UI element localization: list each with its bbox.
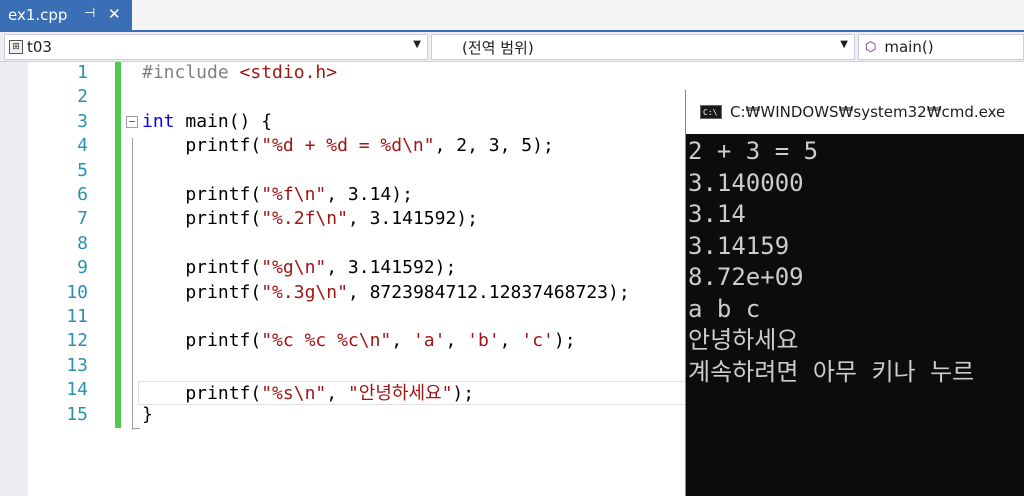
- project-icon: ⊞: [9, 40, 23, 54]
- code-token: "%.2f\n": [261, 208, 348, 230]
- line-number: 9: [77, 257, 88, 279]
- code-token: "%c %c %c\n": [261, 330, 392, 352]
- member-dropdown[interactable]: ⬡ main(): [858, 34, 1024, 60]
- code-token: , 3.141592);: [347, 208, 478, 230]
- code-token: printf(: [142, 184, 262, 205]
- member-dropdown-label: main(): [884, 38, 934, 56]
- code-token: }: [142, 403, 153, 425]
- console-output-line: 2 + 3 = 5: [688, 137, 819, 165]
- console-output-line: 3.140000: [688, 168, 804, 197]
- code-token: "%s\n": [261, 383, 327, 405]
- document-tab-bar: ex1.cpp ⊣ ✕: [0, 0, 1024, 32]
- code-token: "안녕하세요": [347, 383, 453, 405]
- collapse-toggle-icon[interactable]: −: [126, 116, 138, 128]
- line-number: 5: [77, 159, 88, 181]
- line-number: 13: [66, 354, 88, 376]
- code-line: int main() {: [142, 111, 272, 132]
- code-line: printf("%c %c %c\n", 'a', 'b', 'c');: [142, 330, 576, 352]
- console-window[interactable]: C:\ C:₩WINDOWS₩system32₩cmd.exe 2 + 3 = …: [685, 90, 1024, 496]
- code-line: printf("%.3g\n", 8723984712.12837468723)…: [142, 281, 630, 303]
- fold-guide-end: [132, 428, 140, 429]
- console-output-line: 8.72e+09: [688, 263, 804, 291]
- cmd-icon: C:\: [700, 105, 722, 119]
- console-output-line: 계속하려면 아무 키나 누르: [688, 357, 975, 386]
- console-output-line: 3.14159: [688, 231, 790, 260]
- line-number: 12: [66, 330, 88, 352]
- code-token: 'b': [467, 330, 500, 352]
- code-token: ,: [499, 330, 522, 352]
- code-token: ,: [445, 330, 468, 352]
- function-cube-icon: ⬡: [865, 39, 877, 55]
- code-line: printf("%.2f\n", 3.141592);: [142, 208, 478, 229]
- code-line: printf("%g\n", 3.141592);: [142, 257, 456, 278]
- console-output-line: a b c: [688, 294, 761, 323]
- console-output-line: 안녕하세요: [688, 326, 799, 354]
- line-number: 14: [66, 379, 88, 401]
- close-icon[interactable]: ✕: [108, 5, 121, 23]
- scope-dropdown[interactable]: (전역 범위) ▼: [431, 34, 855, 60]
- line-number: 2: [77, 86, 88, 108]
- tab-strip: [0, 0, 1024, 30]
- code-token: , 3.141592);: [326, 257, 457, 279]
- indicator-margin: [0, 62, 28, 496]
- code-token: "%f\n": [261, 184, 327, 205]
- code-line: printf("%s\n", "안녕하세요");: [142, 379, 474, 405]
- code-token: printf(: [142, 135, 262, 157]
- line-number: 10: [66, 281, 88, 303]
- line-number: 7: [77, 208, 88, 230]
- console-title: C:₩WINDOWS₩system32₩cmd.exe: [730, 103, 1006, 121]
- code-token: main() {: [174, 110, 273, 132]
- project-dropdown-label: t03: [27, 38, 52, 56]
- code-token: "%.3g\n": [261, 281, 348, 303]
- code-token: , 2, 3, 5);: [434, 135, 554, 157]
- line-number: 4: [77, 135, 88, 157]
- line-number: 11: [66, 306, 88, 327]
- code-token: );: [452, 383, 475, 405]
- tab-ex1-cpp[interactable]: ex1.cpp ⊣ ✕: [0, 0, 132, 30]
- code-token: printf(: [142, 208, 262, 230]
- line-number: 6: [77, 184, 88, 205]
- project-dropdown[interactable]: ⊞ t03 ▼: [4, 34, 428, 60]
- line-number: 3: [77, 110, 88, 132]
- code-token: 'a': [412, 330, 446, 352]
- fold-guide-line: [132, 138, 133, 430]
- tab-title: ex1.cpp: [8, 6, 68, 24]
- code-token: ,: [326, 383, 348, 405]
- code-token: <stdio.h>: [239, 62, 338, 83]
- code-token: 'c': [521, 330, 554, 352]
- code-token: ,: [391, 330, 413, 352]
- scope-dropdown-label: (전역 범위): [462, 38, 534, 57]
- chevron-down-icon: ▼: [840, 39, 848, 50]
- code-token: , 8723984712.12837468723);: [347, 281, 630, 303]
- pin-icon[interactable]: ⊣: [84, 6, 95, 21]
- line-number: 15: [66, 403, 88, 425]
- code-token: "%d + %d = %d\n": [261, 135, 435, 157]
- code-line: printf("%d + %d = %d\n", 2, 3, 5);: [142, 135, 554, 157]
- code-token: int: [142, 110, 175, 132]
- code-token: printf(: [142, 257, 262, 279]
- line-number: 8: [77, 232, 88, 254]
- console-output: 2 + 3 = 5 3.140000 3.14 3.14159 8.72e+09 a b …: [686, 134, 1024, 496]
- code-token: printf(: [142, 330, 262, 352]
- console-title-bar[interactable]: C:\ C:₩WINDOWS₩system32₩cmd.exe: [686, 90, 1024, 134]
- code-token: , 3.14);: [326, 184, 413, 205]
- code-token: #include: [142, 62, 240, 83]
- chevron-down-icon: ▼: [413, 39, 421, 50]
- code-token: "%g\n": [261, 257, 327, 279]
- code-line: printf("%f\n", 3.14);: [142, 184, 413, 205]
- code-token: );: [553, 330, 576, 352]
- change-tracking-bar: [115, 62, 121, 428]
- code-line: #include <stdio.h>: [142, 62, 337, 83]
- console-output-line: 3.14: [688, 200, 746, 228]
- navigation-bar: ⊞ t03 ▼ (전역 범위) ▼ ⬡ main(): [0, 32, 1024, 62]
- line-number: 1: [77, 62, 88, 83]
- code-line: }: [142, 404, 153, 425]
- code-token: printf(: [142, 281, 262, 303]
- code-token: printf(: [142, 383, 262, 405]
